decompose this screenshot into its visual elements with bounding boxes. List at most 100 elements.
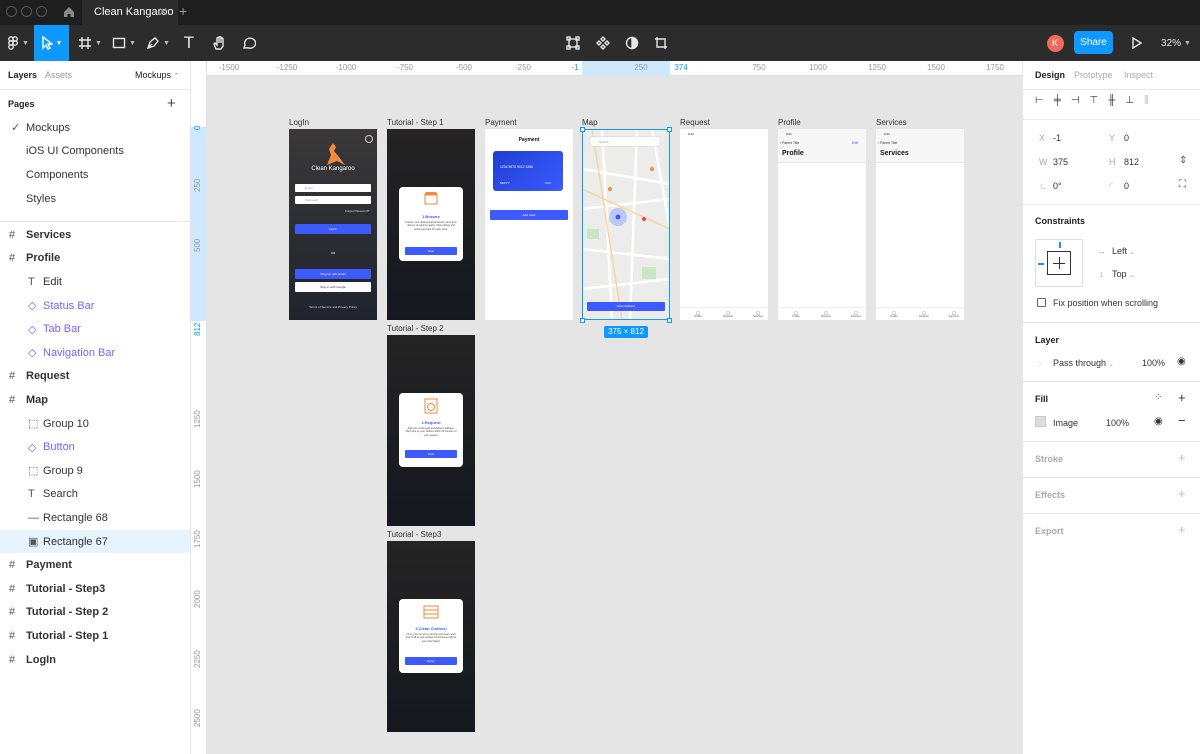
layer-item-label: Status Bar bbox=[43, 299, 95, 312]
share-button[interactable]: Share bbox=[1074, 31, 1113, 54]
align-bottom-icon[interactable]: ⊥ bbox=[1125, 95, 1134, 109]
layer-item[interactable]: ◇ Navigation Bar bbox=[0, 341, 190, 365]
ruler-tick-label: 500 bbox=[193, 238, 202, 252]
remove-fill-icon[interactable]: − bbox=[1178, 413, 1186, 428]
layer-item[interactable]: # Tutorial - Step3 bbox=[0, 577, 190, 601]
resize-to-fit-icon[interactable]: ⇕ bbox=[1179, 155, 1187, 166]
crop-button[interactable] bbox=[651, 25, 671, 61]
align-center-v-icon[interactable]: ╫ bbox=[1108, 95, 1115, 109]
x-input[interactable]: -1 bbox=[1053, 133, 1061, 143]
move-tool-button[interactable]: ▼ bbox=[34, 25, 69, 61]
close-window-button[interactable] bbox=[6, 6, 17, 17]
layer-item-label: Profile bbox=[26, 252, 61, 265]
corner-radius-input[interactable]: 0 bbox=[1124, 181, 1129, 191]
zoom-window-button[interactable] bbox=[36, 6, 47, 17]
component-button[interactable] bbox=[593, 25, 613, 61]
layer-item[interactable]: ◇ Status Bar bbox=[0, 294, 190, 318]
layer-item[interactable]: # Tutorial - Step 1 bbox=[0, 624, 190, 648]
layer-item[interactable]: # Payment bbox=[0, 553, 190, 577]
page-selector[interactable]: Mockups ⌃ bbox=[135, 70, 179, 80]
ruler-tick-label: -250 bbox=[514, 63, 532, 72]
align-right-icon[interactable]: ⊣ bbox=[1071, 95, 1080, 109]
fix-position-checkbox[interactable] bbox=[1037, 298, 1046, 307]
mask-button[interactable] bbox=[622, 25, 642, 61]
user-avatar[interactable]: K bbox=[1046, 25, 1064, 61]
minimize-window-button[interactable] bbox=[21, 6, 32, 17]
layer-item[interactable]: ⬚ Group 9 bbox=[0, 459, 190, 483]
layer-item[interactable]: T Search bbox=[0, 483, 190, 507]
design-tab[interactable]: Design bbox=[1035, 70, 1065, 80]
present-button[interactable] bbox=[1128, 25, 1144, 61]
fill-opacity-input[interactable]: 100% bbox=[1106, 418, 1129, 428]
layer-item[interactable]: # Profile bbox=[0, 247, 190, 271]
pen-tool-button[interactable]: ▼ bbox=[142, 25, 174, 61]
constraints-widget[interactable] bbox=[1035, 239, 1083, 287]
page-item[interactable]: ✓ Mockups bbox=[0, 116, 190, 140]
layer-item[interactable]: ◇ Button bbox=[0, 435, 190, 459]
text-icon: T bbox=[28, 275, 35, 288]
visibility-eye-icon[interactable]: ◉ bbox=[1177, 356, 1186, 367]
layer-item[interactable]: ⬚ Group 10 bbox=[0, 412, 190, 436]
canvas[interactable] bbox=[191, 61, 1022, 754]
layer-item[interactable]: # LogIn bbox=[0, 648, 190, 672]
distribute-icon[interactable]: ⫼ bbox=[1144, 95, 1149, 109]
page-item[interactable]: Components bbox=[0, 163, 190, 187]
plus-icon[interactable]: + bbox=[179, 3, 187, 19]
layer-item[interactable]: # Request bbox=[0, 365, 190, 389]
home-icon[interactable] bbox=[62, 5, 76, 19]
zoom-menu[interactable]: 32% ▼ bbox=[1156, 25, 1196, 61]
hash-icon: # bbox=[9, 393, 16, 406]
rotation-input[interactable]: 0° bbox=[1053, 181, 1062, 191]
add-fill-icon[interactable]: + bbox=[1178, 390, 1186, 405]
layer-item[interactable]: T Edit bbox=[0, 270, 190, 294]
page-item[interactable]: Styles bbox=[0, 187, 190, 211]
image-fill-swatch[interactable] bbox=[1035, 416, 1046, 427]
ruler-tick-label: 1250 bbox=[868, 63, 886, 72]
comment-tool-button[interactable] bbox=[238, 25, 260, 61]
hash-icon: # bbox=[9, 582, 16, 595]
edit-object-button[interactable] bbox=[563, 25, 583, 61]
fill-type[interactable]: Image bbox=[1053, 418, 1078, 428]
layer-item[interactable]: # Map bbox=[0, 388, 190, 412]
frame-tool-button[interactable]: ▼ bbox=[74, 25, 106, 61]
w-input[interactable]: 375 bbox=[1053, 157, 1068, 167]
hand-tool-button[interactable] bbox=[208, 25, 230, 61]
layer-item-label: Map bbox=[26, 393, 48, 406]
inspect-tab[interactable]: Inspect bbox=[1124, 70, 1153, 80]
align-top-icon[interactable]: ⊤ bbox=[1090, 95, 1099, 109]
ruler-tick-label: -1500 bbox=[218, 63, 240, 72]
layer-item-label: Navigation Bar bbox=[43, 346, 116, 359]
shape-tool-button[interactable]: ▼ bbox=[108, 25, 140, 61]
close-tab-icon[interactable]: ✕ bbox=[158, 0, 168, 25]
layer-item[interactable]: — Rectangle 68 bbox=[0, 506, 190, 530]
assets-tab[interactable]: Assets bbox=[45, 70, 72, 80]
fix-position-label: Fix position when scrolling bbox=[1053, 298, 1159, 308]
page-selector-label: Mockups bbox=[135, 70, 172, 80]
page-item[interactable]: iOS UI Components bbox=[0, 140, 190, 164]
blend-mode-select[interactable]: Pass through ⌄ bbox=[1053, 358, 1114, 368]
independent-corners-icon[interactable]: ⛶ bbox=[1179, 179, 1186, 190]
add-stroke-icon[interactable]: + bbox=[1178, 450, 1186, 465]
add-page-icon[interactable]: + bbox=[167, 95, 176, 112]
layers-tab[interactable]: Layers bbox=[8, 70, 37, 80]
add-effect-icon[interactable]: + bbox=[1178, 486, 1186, 501]
layer-item[interactable]: # Tutorial - Step 2 bbox=[0, 601, 190, 625]
vertical-constraint-select[interactable]: Top ⌄ bbox=[1112, 269, 1134, 279]
y-input[interactable]: 0 bbox=[1124, 133, 1129, 143]
layer-item[interactable]: ◇ Tab Bar bbox=[0, 317, 190, 341]
align-center-h-icon[interactable]: ╪ bbox=[1054, 95, 1061, 109]
layer-item[interactable]: # Services bbox=[0, 223, 190, 247]
layer-item[interactable]: ▣ Rectangle 67 bbox=[0, 529, 190, 554]
main-menu-button[interactable]: ▼ bbox=[2, 25, 34, 61]
add-export-icon[interactable]: + bbox=[1178, 522, 1186, 537]
prototype-tab[interactable]: Prototype bbox=[1074, 70, 1113, 80]
h-input[interactable]: 812 bbox=[1124, 157, 1139, 167]
fill-visibility-eye-icon[interactable]: ◉ bbox=[1154, 416, 1163, 427]
blend-mode-icon: ◌ bbox=[1037, 358, 1043, 368]
text-tool-icon[interactable]: T bbox=[178, 25, 200, 61]
style-grid-icon[interactable]: ⁘ bbox=[1154, 392, 1162, 403]
layer-opacity-input[interactable]: 100% bbox=[1142, 358, 1165, 368]
horizontal-constraint-select[interactable]: Left ⌄ bbox=[1112, 246, 1135, 256]
file-tab[interactable]: Clean Kangaroo ✕ bbox=[82, 0, 178, 25]
align-left-icon[interactable]: ⊢ bbox=[1035, 95, 1044, 109]
